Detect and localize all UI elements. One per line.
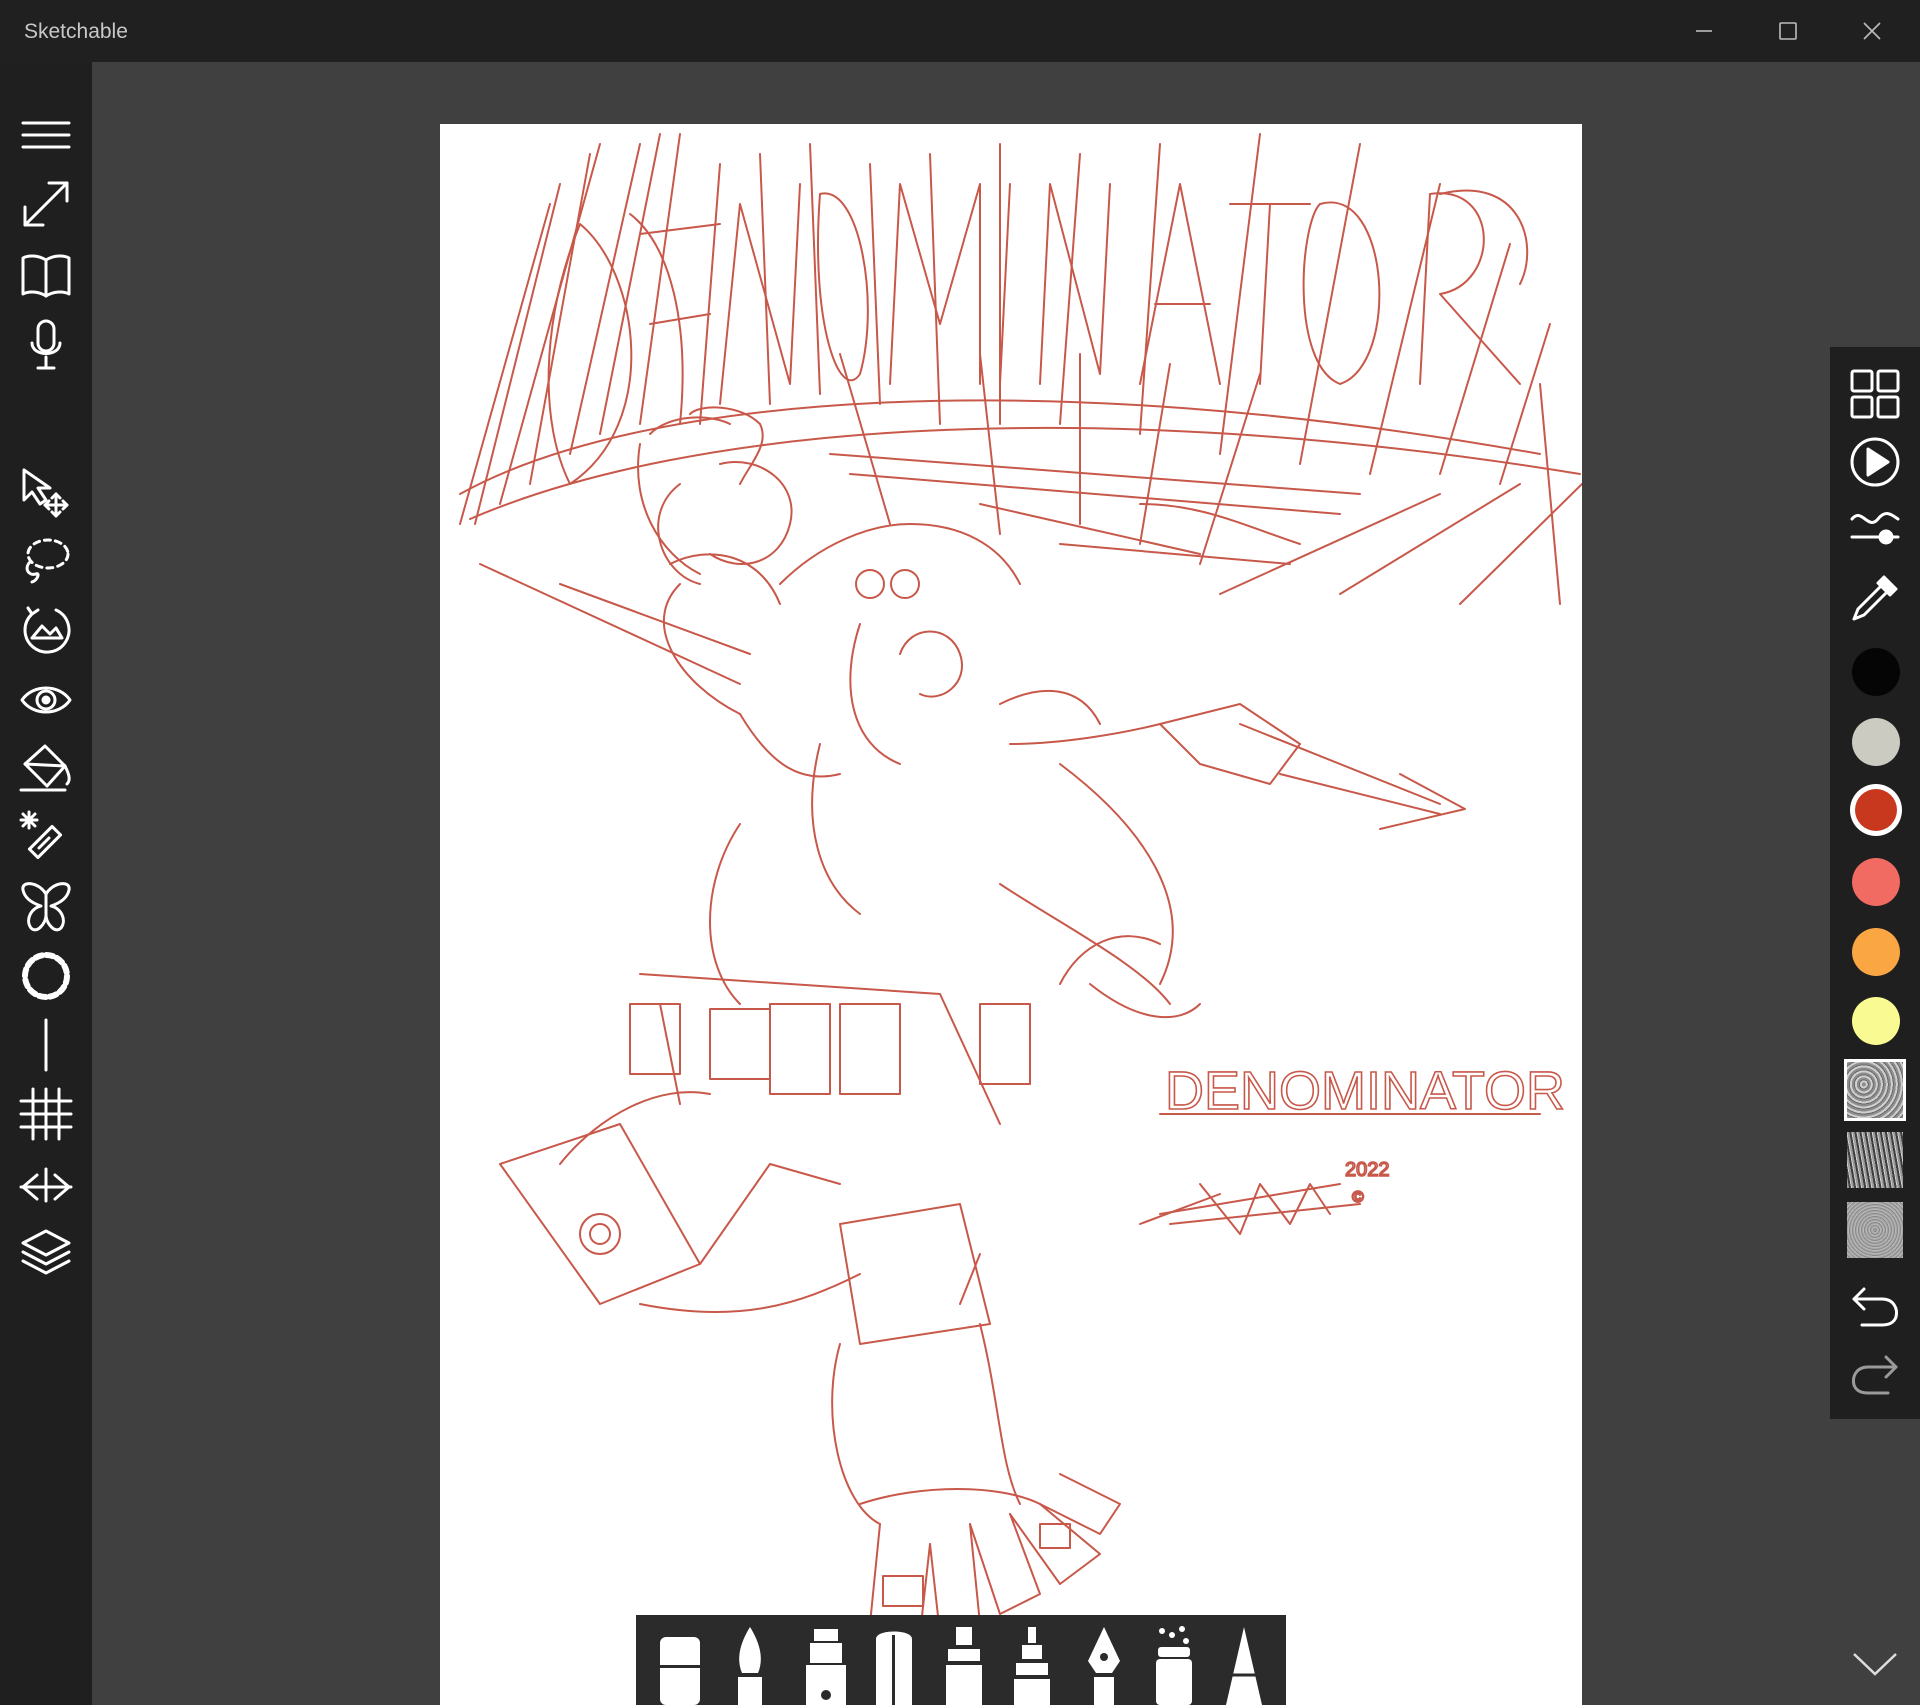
rotate-image-icon — [23, 606, 71, 654]
crayon-icon — [1014, 1627, 1050, 1705]
drawing-paper[interactable]: DENOMINATOR 2022 © — [440, 124, 1582, 1705]
spray-can-icon — [1156, 1626, 1192, 1705]
color-swatch-2[interactable] — [1852, 718, 1900, 766]
ruler-line-icon — [44, 1018, 48, 1072]
butterfly-icon — [21, 882, 71, 932]
eraser-brush[interactable] — [650, 1621, 710, 1705]
magic-wand-tool[interactable] — [16, 807, 76, 867]
selection-arrow-icon — [22, 468, 69, 518]
layers-icon — [21, 1229, 71, 1275]
eraser-icon — [660, 1637, 700, 1705]
close-button[interactable] — [1830, 8, 1914, 54]
minimize-button[interactable] — [1662, 8, 1746, 54]
eye-icon — [20, 686, 72, 714]
undo-icon — [1852, 1287, 1898, 1327]
signature-copyright: © — [1352, 1189, 1364, 1206]
left-toolbar — [0, 62, 92, 1705]
play-button[interactable] — [1842, 431, 1908, 493]
paintbrush-brush[interactable] — [720, 1621, 780, 1705]
texture-swatch-3[interactable] — [1847, 1202, 1903, 1258]
speed-lines — [829, 453, 1361, 565]
brush-bar — [636, 1615, 1286, 1705]
paint-bucket-icon — [19, 744, 71, 792]
color-swatch-4[interactable] — [1852, 858, 1900, 906]
fountain-pen-brush[interactable] — [1074, 1621, 1134, 1705]
crayon-brush[interactable] — [1002, 1621, 1062, 1705]
title-banner-sketch — [459, 133, 1582, 685]
spray-can-brush[interactable] — [1144, 1621, 1204, 1705]
color-swatch-selected-wrap — [1850, 784, 1902, 836]
hamburger-menu-icon — [21, 121, 71, 149]
highlighter-brush[interactable] — [934, 1621, 994, 1705]
sharp-pencil-icon — [1226, 1627, 1262, 1705]
gallery-button[interactable] — [1842, 363, 1908, 425]
book-icon — [21, 254, 71, 298]
eyedropper-button[interactable] — [1842, 567, 1908, 629]
fountain-pen-icon — [1088, 1627, 1120, 1705]
color-swatch-1[interactable] — [1852, 648, 1900, 696]
menu-button[interactable] — [16, 105, 76, 165]
grid-icon — [19, 1087, 73, 1141]
maximize-icon — [1779, 22, 1797, 40]
lasso-icon — [25, 538, 70, 584]
color-swatch-6[interactable] — [1852, 997, 1900, 1045]
circle-guide-tool[interactable] — [16, 946, 76, 1006]
grid-tool[interactable] — [16, 1084, 76, 1144]
app-window: Sketchable DENOMINATOR 2022 © — [0, 0, 1920, 1705]
close-icon — [1863, 22, 1881, 40]
signature-sketch — [1139, 1113, 1541, 1235]
undo-button[interactable] — [1842, 1273, 1908, 1335]
dashed-circle-icon — [22, 952, 70, 1000]
stroke-settings-button[interactable] — [1842, 497, 1908, 559]
signature-name: DENOMINATOR — [1165, 1061, 1565, 1121]
fill-tool[interactable] — [16, 738, 76, 798]
line-guide-tool[interactable] — [16, 1015, 76, 1075]
canvas-area[interactable]: DENOMINATOR 2022 © — [92, 62, 1920, 1705]
maximize-button[interactable] — [1746, 8, 1830, 54]
chevron-down-icon — [1853, 1653, 1897, 1676]
symmetry-tool[interactable] — [16, 877, 76, 937]
eyedropper-icon — [1852, 575, 1898, 621]
play-icon — [1850, 437, 1900, 487]
microphone-icon — [30, 319, 62, 370]
collapse-button[interactable] — [1850, 1648, 1900, 1688]
character-figure — [499, 406, 1466, 1635]
highlighter-icon — [946, 1627, 982, 1705]
adjust-image-tool[interactable] — [16, 600, 76, 660]
color-swatch-5[interactable] — [1852, 928, 1900, 976]
magic-wand-icon — [19, 810, 63, 860]
pencil-brush[interactable] — [864, 1621, 924, 1705]
expand-icon — [23, 181, 69, 227]
gallery-grid-icon — [1850, 369, 1900, 419]
redo-icon — [1852, 1355, 1898, 1395]
pencil-icon — [876, 1631, 912, 1705]
paintbrush-icon — [738, 1627, 762, 1705]
marker-brush[interactable] — [796, 1621, 856, 1705]
journal-button[interactable] — [16, 245, 76, 305]
color-swatch-3[interactable] — [1855, 789, 1897, 831]
fullscreen-button[interactable] — [16, 174, 76, 234]
marker-icon — [806, 1629, 846, 1705]
title-bar: Sketchable — [0, 0, 1920, 62]
texture-swatch-2[interactable] — [1847, 1132, 1903, 1188]
voice-button[interactable] — [16, 315, 76, 375]
sketch-artwork: DENOMINATOR 2022 © — [459, 133, 1582, 1635]
texture-swatch-1[interactable] — [1847, 1062, 1903, 1118]
sharp-pencil-brush[interactable] — [1214, 1621, 1274, 1705]
app-title: Sketchable — [24, 20, 128, 43]
lasso-tool[interactable] — [16, 530, 76, 590]
visibility-tool[interactable] — [16, 670, 76, 730]
layers-tool[interactable] — [16, 1222, 76, 1282]
stroke-settings-icon — [1850, 512, 1900, 545]
redo-button[interactable] — [1842, 1341, 1908, 1403]
minimize-icon — [1696, 30, 1712, 32]
perspective-icon — [19, 1167, 73, 1203]
select-transform-tool[interactable] — [16, 462, 76, 522]
right-panel — [1830, 347, 1920, 1419]
perspective-tool[interactable] — [16, 1155, 76, 1215]
signature-year: 2022 — [1345, 1159, 1390, 1181]
